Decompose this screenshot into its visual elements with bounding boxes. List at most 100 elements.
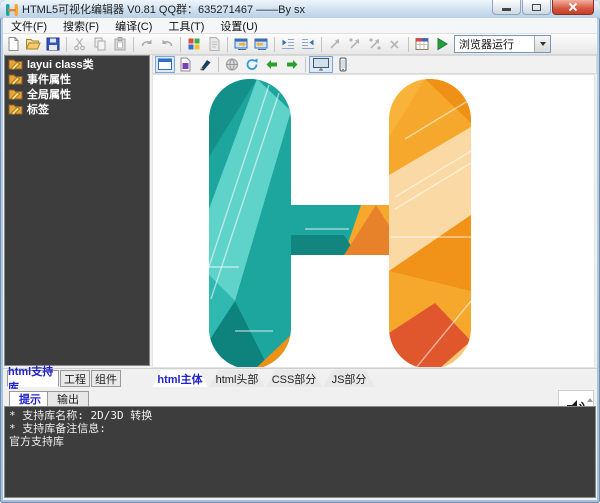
gray-page-icon xyxy=(206,36,222,52)
console-line: 官方支持库 xyxy=(9,435,595,448)
nav-forward-button[interactable] xyxy=(282,56,302,73)
tree-item-layui-class[interactable]: layui class类 xyxy=(5,56,149,71)
indent-left-button[interactable] xyxy=(278,35,298,53)
output-panel: 提示 输出 * 支持库名称: 2D/3D 转换 * 支持库备注信息: 官方支持库 xyxy=(3,389,597,500)
import-form-button[interactable] xyxy=(251,35,271,53)
scale-tool-b-button[interactable] xyxy=(345,35,365,53)
run-button[interactable] xyxy=(432,35,452,53)
browser-home-button[interactable] xyxy=(222,56,242,73)
titlebar[interactable]: HTML5可视化编辑器 V0.81 QQ群：635271467 ——By sx xyxy=(0,0,600,19)
tab-html-head[interactable]: html头部 xyxy=(209,370,265,387)
play-icon xyxy=(434,36,450,52)
toolbar-separator xyxy=(133,37,134,52)
mobile-mode-button[interactable] xyxy=(333,56,353,73)
tab-js-part[interactable]: JS部分 xyxy=(323,370,375,387)
content-row: layui class类 事件属性 全局属性 标签 xyxy=(3,55,597,368)
indent-right-button[interactable] xyxy=(298,35,318,53)
redo-button[interactable] xyxy=(137,35,157,53)
close-button[interactable] xyxy=(552,0,594,15)
toolbar-separator xyxy=(66,37,67,52)
menubar: 文件(F) 搜索(F) 编译(C) 工具(T) 设置(U) xyxy=(3,18,597,34)
redo-icon xyxy=(139,36,155,52)
menu-search[interactable]: 搜索(F) xyxy=(55,18,107,34)
maximize-button[interactable] xyxy=(522,0,551,15)
save-icon xyxy=(45,36,61,52)
indent-left-icon xyxy=(280,36,296,52)
dark-pen-icon xyxy=(197,57,213,72)
scale-tool-a-button[interactable] xyxy=(325,35,345,53)
scale-arrow-c-icon xyxy=(367,36,383,52)
tab-html-support-lib[interactable]: html支持库 xyxy=(7,370,59,387)
window-preview-button[interactable] xyxy=(412,35,432,53)
tree-item-global-attrs[interactable]: 全局属性 xyxy=(5,86,149,101)
tab-components[interactable]: 组件 xyxy=(91,370,121,387)
refresh-icon xyxy=(244,57,260,72)
cut-button[interactable] xyxy=(70,35,90,53)
calendar-icon xyxy=(414,36,430,52)
toolbar-separator xyxy=(274,37,275,52)
paste-icon xyxy=(112,36,128,52)
editor-main xyxy=(152,55,597,368)
scale-tool-c-button[interactable] xyxy=(365,35,385,53)
new-file-button[interactable] xyxy=(3,35,23,53)
scale-arrow-a-icon xyxy=(327,36,343,52)
tab-css-part[interactable]: CSS部分 xyxy=(266,370,322,387)
open-file-button[interactable] xyxy=(23,35,43,53)
h-logo-graphic xyxy=(209,79,471,368)
html-file-button[interactable] xyxy=(175,56,195,73)
maximize-icon xyxy=(532,4,541,11)
window-view-icon xyxy=(157,57,173,72)
console-line: * 支持库备注信息: xyxy=(9,422,595,435)
tab-output[interactable]: 输出 xyxy=(47,391,89,406)
scale-arrow-b-icon xyxy=(347,36,363,52)
tab-project[interactable]: 工程 xyxy=(60,370,90,387)
design-view-button[interactable] xyxy=(155,56,175,73)
folder-pencil-icon xyxy=(8,57,23,70)
nav-back-button[interactable] xyxy=(262,56,282,73)
cut-icon xyxy=(72,36,88,52)
tab-html-body[interactable]: html主体 xyxy=(152,370,208,387)
menu-file[interactable]: 文件(F) xyxy=(3,18,55,34)
window-controls xyxy=(491,0,594,15)
design-canvas[interactable] xyxy=(152,74,595,368)
tree-item-label: 全局属性 xyxy=(27,86,71,102)
window-title: HTML5可视化编辑器 V0.81 QQ群：635271467 ——By sx xyxy=(22,1,305,17)
paste-button[interactable] xyxy=(110,35,130,53)
report-button[interactable] xyxy=(204,35,224,53)
close-icon xyxy=(568,2,578,12)
desktop-mode-button[interactable] xyxy=(309,56,333,73)
folder-pencil-icon xyxy=(8,102,23,115)
tab-hints[interactable]: 提示 xyxy=(9,391,51,406)
scale-tool-d-button[interactable] xyxy=(385,35,405,53)
edit-tool-button[interactable] xyxy=(195,56,215,73)
collapse-arrow-icon xyxy=(587,395,593,402)
run-mode-select[interactable]: 浏览器运行 xyxy=(454,35,551,53)
export-form-button[interactable] xyxy=(231,35,251,53)
combo-arrow-button[interactable] xyxy=(534,36,550,52)
menu-settings[interactable]: 设置(U) xyxy=(212,18,265,34)
open-folder-icon xyxy=(25,36,41,52)
copy-button[interactable] xyxy=(90,35,110,53)
minimize-button[interactable] xyxy=(492,0,521,15)
menu-compile[interactable]: 编译(C) xyxy=(107,18,160,34)
menu-tools[interactable]: 工具(T) xyxy=(160,18,212,34)
monitor-icon xyxy=(312,57,330,72)
undo-button[interactable] xyxy=(157,35,177,53)
console-log: * 支持库名称: 2D/3D 转换 * 支持库备注信息: 官方支持库 xyxy=(4,406,596,498)
toolbar-separator xyxy=(408,37,409,52)
toolbar-separator xyxy=(305,57,306,72)
globe-gray-icon xyxy=(224,57,240,72)
undo-icon xyxy=(159,36,175,52)
export-form-icon xyxy=(233,36,249,52)
save-button[interactable] xyxy=(43,35,63,53)
chevron-down-icon xyxy=(540,42,546,49)
console-line: * 支持库名称: 2D/3D 转换 xyxy=(9,409,595,422)
tree-item-event-attrs[interactable]: 事件属性 xyxy=(5,71,149,86)
toolbar-separator xyxy=(321,37,322,52)
support-library-tree[interactable]: layui class类 事件属性 全局属性 标签 xyxy=(4,55,150,366)
tree-item-label: layui class类 xyxy=(27,56,94,72)
refresh-button[interactable] xyxy=(242,56,262,73)
tree-item-tags[interactable]: 标签 xyxy=(5,101,149,116)
html-file-icon xyxy=(177,57,193,72)
palette-button[interactable] xyxy=(184,35,204,53)
